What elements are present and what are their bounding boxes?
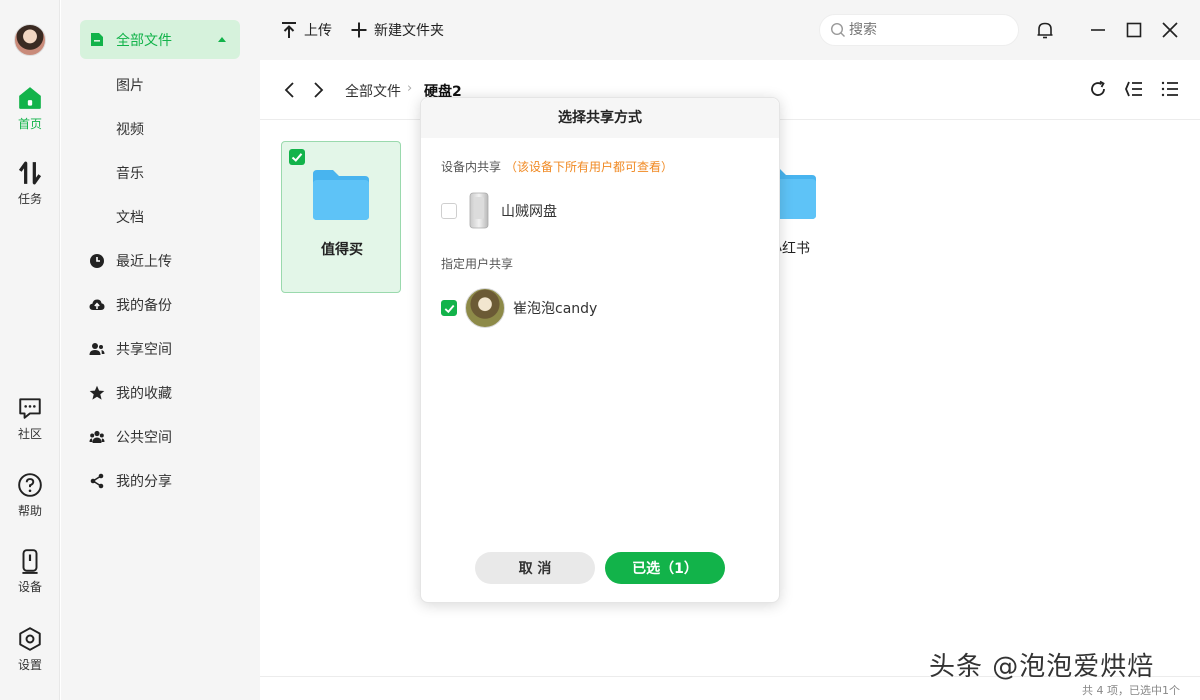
user-avatar[interactable] bbox=[14, 24, 46, 56]
list-view-icon[interactable] bbox=[1160, 79, 1180, 99]
rail-item-settings[interactable]: 设置 bbox=[0, 626, 60, 673]
nas-device-icon bbox=[469, 192, 489, 229]
rail-label: 任务 bbox=[17, 192, 42, 206]
device-checkbox[interactable] bbox=[441, 203, 457, 219]
file-icon bbox=[91, 33, 103, 46]
file-card[interactable]: 值得买 bbox=[281, 141, 401, 293]
users-icon bbox=[89, 343, 105, 355]
sidebar-item-label: 我的收藏 bbox=[116, 386, 172, 402]
maximize-icon[interactable] bbox=[1124, 20, 1144, 40]
rail-item-community[interactable]: 社区 bbox=[0, 395, 60, 442]
device-icon bbox=[22, 549, 38, 574]
rail-label: 社区 bbox=[17, 427, 42, 441]
sidebar-item-my-shares[interactable]: 我的分享 bbox=[89, 471, 172, 491]
toolbar: 上传 新建文件夹 bbox=[260, 0, 1200, 60]
clock-icon bbox=[90, 254, 104, 268]
chat-icon bbox=[19, 398, 41, 419]
rail-item-tasks[interactable]: 任务 bbox=[0, 160, 60, 207]
folder-icon bbox=[313, 170, 369, 220]
sidebar-subitem-videos[interactable]: 视频 bbox=[116, 119, 144, 139]
rail-item-device[interactable]: 设备 bbox=[0, 548, 60, 595]
section-hint: （该设备下所有用户都可查看） bbox=[505, 160, 674, 174]
upload-icon bbox=[282, 22, 296, 38]
device-option[interactable]: 山贼网盘 bbox=[441, 191, 557, 231]
sidebar-subitem-images[interactable]: 图片 bbox=[116, 75, 144, 95]
rail-item-help[interactable]: 帮助 bbox=[0, 472, 60, 519]
new-folder-label: 新建文件夹 bbox=[374, 23, 444, 39]
sort-icon[interactable] bbox=[1124, 79, 1144, 99]
search-icon bbox=[830, 22, 845, 37]
sidebar-item-all-files[interactable]: 全部文件 bbox=[80, 20, 240, 59]
sidebar-header-label: 全部文件 bbox=[116, 32, 172, 49]
sidebar-item-shared-space[interactable]: 共享空间 bbox=[89, 339, 172, 359]
settings-icon bbox=[19, 627, 41, 651]
user-avatar bbox=[465, 288, 505, 328]
confirm-button[interactable]: 已选（1） bbox=[605, 552, 725, 584]
minimize-icon[interactable] bbox=[1088, 20, 1108, 40]
rail-label: 设置 bbox=[17, 658, 42, 672]
rail-label: 设备 bbox=[17, 580, 42, 594]
plus-icon bbox=[351, 22, 367, 38]
sidebar-item-favorites[interactable]: 我的收藏 bbox=[89, 383, 172, 403]
search-input[interactable] bbox=[849, 22, 999, 38]
user-name: 崔泡泡candy bbox=[513, 301, 598, 317]
sidebar-item-label: 共享空间 bbox=[116, 342, 172, 358]
sidebar-item-backup[interactable]: 我的备份 bbox=[89, 295, 172, 315]
search-box[interactable] bbox=[819, 14, 1019, 46]
upload-label: 上传 bbox=[304, 23, 332, 39]
sidebar-item-recent[interactable]: 最近上传 bbox=[89, 251, 172, 271]
breadcrumb-separator-icon: › bbox=[407, 81, 413, 96]
checkbox-checked[interactable] bbox=[289, 149, 305, 165]
sidebar: 全部文件 图片 视频 音乐 文档 最近上传 我的备份 共享空间 我的收藏 公共空… bbox=[61, 0, 260, 700]
user-checkbox-checked[interactable] bbox=[441, 300, 457, 316]
watermark: 头条 @泡泡爱烘焙 bbox=[929, 652, 1155, 682]
star-icon bbox=[89, 385, 105, 400]
dialog-title: 选择共享方式 bbox=[421, 98, 779, 138]
caret-up-icon[interactable] bbox=[218, 37, 226, 42]
check-icon bbox=[291, 153, 303, 162]
device-name: 山贼网盘 bbox=[501, 204, 557, 220]
bell-icon[interactable] bbox=[1035, 20, 1055, 40]
close-icon[interactable] bbox=[1160, 20, 1180, 40]
refresh-icon[interactable] bbox=[1088, 79, 1108, 99]
cancel-button[interactable]: 取 消 bbox=[475, 552, 595, 584]
rail-label: 帮助 bbox=[17, 504, 42, 518]
share-icon bbox=[90, 473, 104, 489]
sidebar-subitem-docs[interactable]: 文档 bbox=[116, 207, 144, 227]
upload-button[interactable]: 上传 bbox=[280, 20, 332, 40]
sidebar-item-public-space[interactable]: 公共空间 bbox=[89, 427, 172, 447]
breadcrumb-root[interactable]: 全部文件 bbox=[345, 81, 401, 101]
rail-label: 首页 bbox=[17, 117, 42, 131]
group-icon bbox=[89, 430, 105, 443]
sidebar-item-label: 公共空间 bbox=[116, 430, 172, 446]
new-folder-button[interactable]: 新建文件夹 bbox=[350, 20, 444, 40]
sidebar-item-label: 我的备份 bbox=[116, 298, 172, 314]
user-option[interactable]: 崔泡泡candy bbox=[441, 288, 597, 328]
transfer-icon bbox=[18, 161, 42, 185]
selection-status: 共 4 项，已选中1个 bbox=[1082, 684, 1180, 697]
rail-item-home[interactable]: 首页 bbox=[0, 85, 60, 132]
file-name: 值得买 bbox=[321, 242, 363, 258]
user-share-section: 指定用户共享 bbox=[441, 257, 514, 271]
sidebar-subitem-music[interactable]: 音乐 bbox=[116, 163, 144, 183]
sidebar-item-label: 我的分享 bbox=[116, 474, 172, 490]
back-arrow-icon[interactable] bbox=[280, 80, 300, 100]
check-icon bbox=[444, 304, 455, 314]
section-label: 设备内共享 bbox=[441, 160, 502, 174]
forward-arrow-icon[interactable] bbox=[308, 80, 328, 100]
device-share-section: 设备内共享 （该设备下所有用户都可查看） bbox=[441, 158, 673, 175]
cloud-upload-icon bbox=[89, 299, 105, 310]
nav-rail: 首页 任务 社区 帮助 设备 设置 bbox=[0, 0, 60, 700]
sidebar-item-label: 最近上传 bbox=[116, 254, 172, 270]
home-icon bbox=[19, 87, 41, 109]
help-icon bbox=[18, 473, 42, 497]
share-dialog: 选择共享方式 设备内共享 （该设备下所有用户都可查看） 山贼网盘 指定用户共享 崔… bbox=[420, 97, 780, 603]
